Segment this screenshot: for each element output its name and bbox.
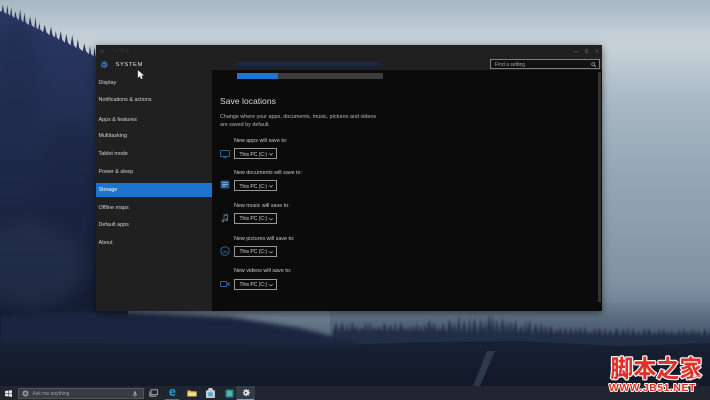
svg-text:WWW.JB51.NET: WWW.JB51.NET: [609, 383, 696, 394]
